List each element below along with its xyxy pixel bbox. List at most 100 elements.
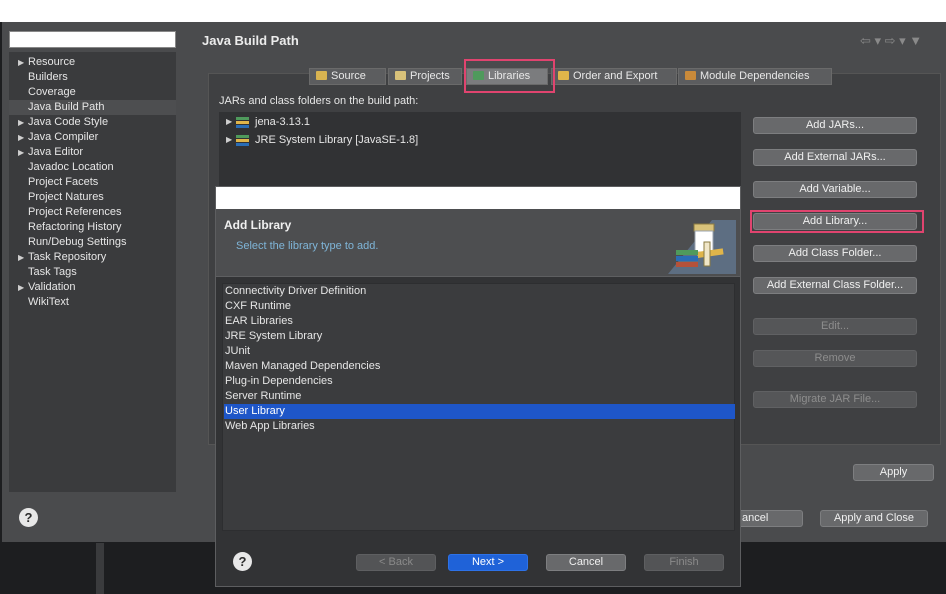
library-type-label: JRE System Library bbox=[225, 330, 323, 342]
cancel-button[interactable]: ancel bbox=[738, 510, 803, 527]
tab-label: Projects bbox=[410, 70, 450, 82]
library-type-item[interactable]: Web App Libraries bbox=[224, 419, 735, 434]
sidebar-item-label: Refactoring History bbox=[28, 221, 122, 233]
library-type-item[interactable]: Connectivity Driver Definition bbox=[224, 284, 735, 299]
library-type-label: Web App Libraries bbox=[225, 420, 315, 432]
dialog-cancel-button[interactable]: Cancel bbox=[546, 554, 626, 571]
migrate-jar-file-button[interactable]: Migrate JAR File... bbox=[753, 391, 917, 408]
library-type-item[interactable]: User Library bbox=[224, 404, 735, 419]
sidebar-item-label: Coverage bbox=[28, 86, 76, 98]
next-button[interactable]: Next > bbox=[448, 554, 528, 571]
sidebar-item-label: Project References bbox=[28, 206, 122, 218]
jars-label: JARs and class folders on the build path… bbox=[219, 95, 419, 107]
sidebar-item-label: Run/Debug Settings bbox=[28, 236, 127, 248]
library-type-label: EAR Libraries bbox=[225, 315, 293, 327]
sidebar-item-label: Validation bbox=[28, 281, 76, 293]
entry-label: JRE System Library [JavaSE-1.8] bbox=[255, 134, 419, 146]
library-type-item[interactable]: Maven Managed Dependencies bbox=[224, 359, 735, 374]
tab-order-and-export[interactable]: Order and Export bbox=[551, 68, 677, 85]
dialog-help-icon[interactable]: ? bbox=[233, 552, 252, 571]
build-path-tree[interactable]: ▶ jena-3.13.1 ▶ JRE System Library [JavaSE-… bbox=[219, 112, 741, 188]
filter-input[interactable] bbox=[9, 31, 176, 48]
dialog-titlebar bbox=[216, 187, 740, 209]
sidebar-item-label: Java Build Path bbox=[28, 101, 105, 113]
expand-arrow-icon[interactable]: ▶ bbox=[18, 130, 24, 145]
back-button[interactable]: < Back bbox=[356, 554, 436, 571]
sidebar-item-label: Task Repository bbox=[28, 251, 107, 263]
library-type-item[interactable]: Server Runtime bbox=[224, 389, 735, 404]
sidebar: ▶ Resource Builders Coverage Java Build Path… bbox=[9, 52, 176, 492]
dialog-header-divider bbox=[216, 276, 740, 277]
sidebar-item-label: Java Code Style bbox=[28, 116, 109, 128]
sidebar-item-label: Project Natures bbox=[28, 191, 104, 203]
add-external-jars-button[interactable]: Add External JARs... bbox=[753, 149, 917, 166]
library-type-item[interactable]: Plug-in Dependencies bbox=[224, 374, 735, 389]
sidebar-item[interactable]: ▶ Task Repository bbox=[9, 250, 176, 265]
module-dependencies-icon bbox=[685, 71, 696, 80]
sidebar-item-label: WikiText bbox=[28, 296, 69, 308]
expand-arrow-icon[interactable]: ▶ bbox=[226, 114, 232, 130]
sidebar-item[interactable]: ▶ Java Code Style bbox=[9, 115, 176, 130]
expand-arrow-icon[interactable]: ▶ bbox=[18, 280, 24, 295]
sidebar-item[interactable]: ▶ Resource bbox=[9, 55, 176, 70]
dialog-title: Add Library bbox=[224, 218, 292, 232]
sidebar-item[interactable]: Run/Debug Settings bbox=[9, 235, 176, 250]
sidebar-item-label: Resource bbox=[28, 56, 76, 68]
add-jars-button[interactable]: Add JARs... bbox=[753, 117, 917, 134]
sidebar-item[interactable]: WikiText bbox=[9, 295, 176, 310]
sidebar-item[interactable]: Java Build Path bbox=[9, 100, 176, 115]
sidebar-item[interactable]: Coverage bbox=[9, 85, 176, 100]
order-export-icon bbox=[558, 71, 569, 80]
source-icon bbox=[316, 71, 327, 80]
background-divider bbox=[96, 543, 104, 594]
help-icon[interactable]: ? bbox=[19, 508, 38, 527]
tab-projects[interactable]: Projects bbox=[388, 68, 462, 85]
add-variable-button[interactable]: Add Variable... bbox=[753, 181, 917, 198]
sidebar-item-label: Javadoc Location bbox=[28, 161, 114, 173]
sidebar-item[interactable]: ▶ Java Compiler bbox=[9, 130, 176, 145]
sidebar-item-label: Task Tags bbox=[28, 266, 77, 278]
sidebar-item[interactable]: Project References bbox=[9, 205, 176, 220]
tab-label: Source bbox=[331, 70, 366, 82]
sidebar-item[interactable]: Project Natures bbox=[9, 190, 176, 205]
library-type-item[interactable]: CXF Runtime bbox=[224, 299, 735, 314]
dialog-subtitle: Select the library type to add. bbox=[236, 240, 379, 252]
sidebar-item[interactable]: Refactoring History bbox=[9, 220, 176, 235]
library-type-label: User Library bbox=[225, 405, 285, 417]
expand-arrow-icon[interactable]: ▶ bbox=[18, 250, 24, 265]
sidebar-item[interactable]: Task Tags bbox=[9, 265, 176, 280]
add-class-folder-button[interactable]: Add Class Folder... bbox=[753, 245, 917, 262]
library-type-label: Plug-in Dependencies bbox=[225, 375, 333, 387]
add-library-highlight bbox=[750, 210, 924, 233]
expand-arrow-icon[interactable]: ▶ bbox=[18, 55, 24, 70]
sidebar-item[interactable]: Builders bbox=[9, 70, 176, 85]
sidebar-item[interactable]: ▶ Java Editor bbox=[9, 145, 176, 160]
library-type-item[interactable]: JUnit bbox=[224, 344, 735, 359]
add-external-class-folder-button[interactable]: Add External Class Folder... bbox=[753, 277, 917, 294]
edit-button[interactable]: Edit... bbox=[753, 318, 917, 335]
remove-button[interactable]: Remove bbox=[753, 350, 917, 367]
sidebar-item[interactable]: ▶ Validation bbox=[9, 280, 176, 295]
tab-label: Module Dependencies bbox=[700, 70, 810, 82]
library-type-list[interactable]: Connectivity Driver Definition CXF Runtim… bbox=[222, 283, 735, 531]
sidebar-item[interactable]: Javadoc Location bbox=[9, 160, 176, 175]
library-type-label: JUnit bbox=[225, 345, 251, 357]
tab-source[interactable]: Source bbox=[309, 68, 386, 85]
library-type-item[interactable]: EAR Libraries bbox=[224, 314, 735, 329]
tab-label: Order and Export bbox=[573, 70, 658, 82]
sidebar-item-label: Java Editor bbox=[28, 146, 84, 158]
library-type-label: Server Runtime bbox=[225, 390, 302, 402]
finish-button[interactable]: Finish bbox=[644, 554, 724, 571]
expand-arrow-icon[interactable]: ▶ bbox=[226, 132, 232, 148]
library-type-item[interactable]: JRE System Library bbox=[224, 329, 735, 344]
library-icon bbox=[236, 135, 249, 146]
library-type-label: Maven Managed Dependencies bbox=[225, 360, 381, 372]
expand-arrow-icon[interactable]: ▶ bbox=[18, 145, 24, 160]
navigation-arrows-icon[interactable]: ⇦ ▾ ⇨ ▾ ▼ bbox=[860, 33, 922, 49]
sidebar-item[interactable]: Project Facets bbox=[9, 175, 176, 190]
page-title: Java Build Path bbox=[202, 33, 299, 48]
tab-module-dependencies[interactable]: Module Dependencies bbox=[678, 68, 832, 85]
expand-arrow-icon[interactable]: ▶ bbox=[18, 115, 24, 130]
apply-and-close-button[interactable]: Apply and Close bbox=[820, 510, 928, 527]
apply-button[interactable]: Apply bbox=[853, 464, 934, 481]
